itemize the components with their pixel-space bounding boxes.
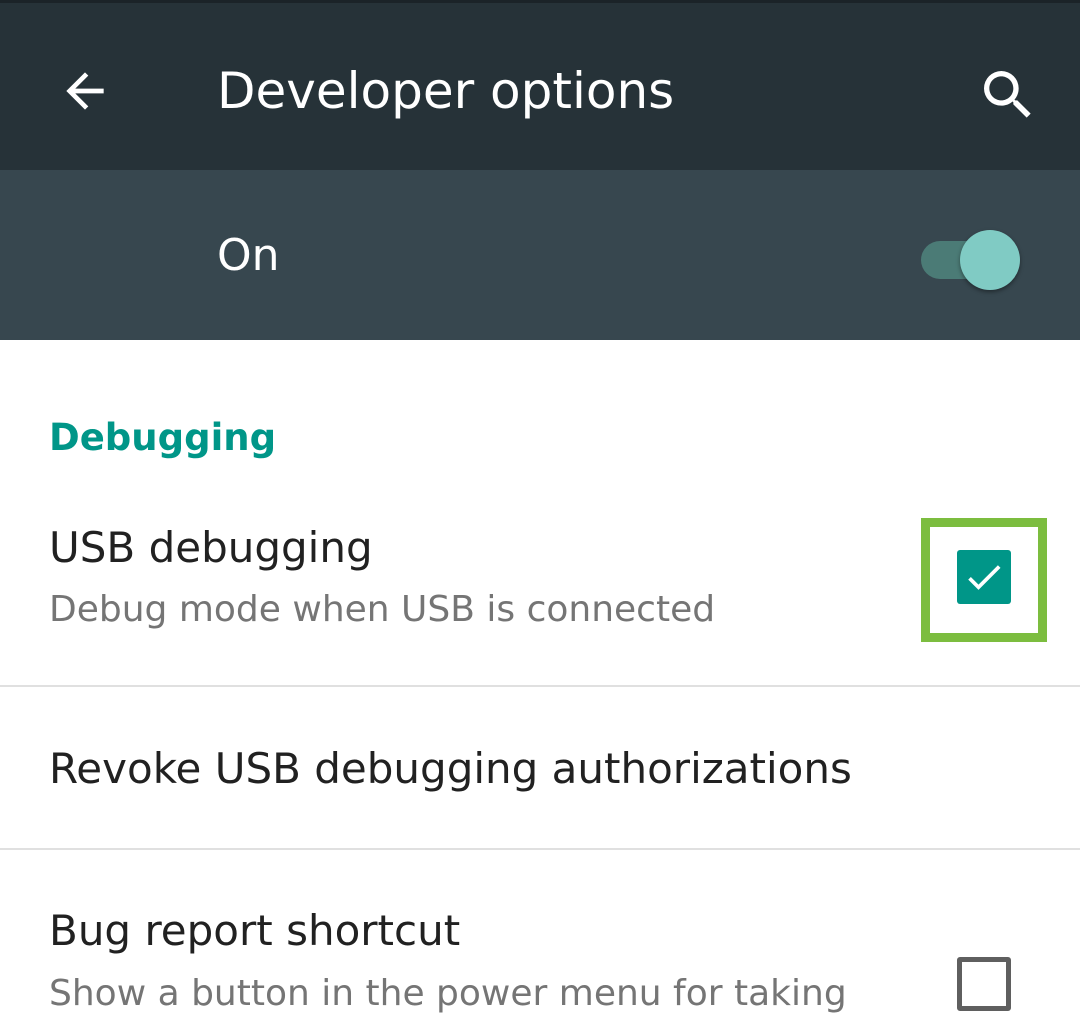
usb-debugging-title[interactable]: USB debugging <box>49 518 373 578</box>
bug-report-shortcut-checkbox[interactable] <box>957 957 1011 1011</box>
master-switch-label: On <box>217 230 280 281</box>
master-toggle-switch[interactable] <box>918 224 1028 290</box>
divider <box>0 848 1080 850</box>
master-switch-bar[interactable]: On <box>0 170 1080 340</box>
revoke-usb-authorizations-item[interactable]: Revoke USB debugging authorizations <box>49 739 852 799</box>
bug-report-shortcut-summary: Show a button in the power menu for taki… <box>49 973 847 1014</box>
back-button[interactable] <box>40 43 130 139</box>
divider <box>0 685 1080 687</box>
search-button[interactable] <box>960 47 1056 143</box>
switch-thumb <box>960 230 1020 290</box>
search-icon <box>984 71 1031 118</box>
app-bar: Developer options <box>0 0 1080 170</box>
bug-report-shortcut-title[interactable]: Bug report shortcut <box>49 901 460 961</box>
usb-debugging-checkbox[interactable] <box>957 550 1011 604</box>
usb-debugging-summary: Debug mode when USB is connected <box>49 589 716 630</box>
page-title: Developer options <box>217 62 675 120</box>
section-header-debugging: Debugging <box>49 416 277 459</box>
check-icon <box>968 565 1001 590</box>
arrow-back-icon <box>66 72 104 110</box>
